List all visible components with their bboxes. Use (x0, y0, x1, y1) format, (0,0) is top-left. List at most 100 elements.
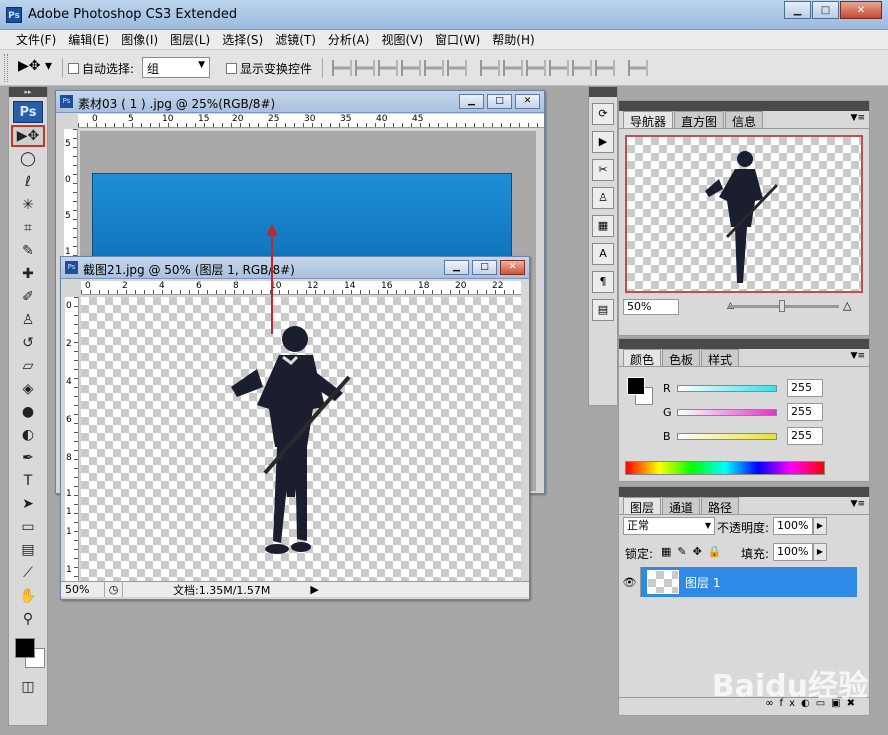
dodge-tool-icon[interactable]: ◐ (11, 424, 45, 446)
panel-menu-icon[interactable]: ▼≡ (851, 499, 865, 509)
document-title-bar[interactable]: Ps 截图21.jpg @ 50% (图层 1, RGB/8#) ▁ □ ✕ (61, 257, 529, 279)
distribute-vcenter-icon[interactable] (503, 60, 523, 76)
tab-info[interactable]: 信息 (725, 111, 764, 129)
photoshop-logo[interactable]: Ps (13, 101, 43, 123)
distribute-hcenter-icon[interactable] (572, 60, 592, 76)
auto-select-checkbox[interactable] (68, 63, 79, 74)
eye-visibility-icon[interactable]: 👁 (619, 567, 641, 597)
type-tool-icon[interactable]: T (11, 470, 45, 492)
green-slider[interactable] (677, 408, 777, 416)
eraser-tool-icon[interactable]: ▱ (11, 355, 45, 377)
menu-edit[interactable]: 编辑(E) (62, 31, 115, 48)
move-tool-icon[interactable]: ▶✥ (11, 125, 45, 147)
brushes-panel-icon[interactable]: ♙ (592, 187, 614, 209)
actions-panel-icon[interactable]: ▶ (592, 131, 614, 153)
brush-tool-icon[interactable]: ✐ (11, 286, 45, 308)
tab-swatches[interactable]: 色板 (662, 349, 701, 367)
tab-channels[interactable]: 通道 (662, 497, 701, 515)
menu-filter[interactable]: 滤镜(T) (269, 31, 322, 48)
panel-grip[interactable] (619, 487, 869, 497)
menu-window[interactable]: 窗口(W) (429, 31, 486, 48)
character-panel-icon[interactable]: A (592, 243, 614, 265)
tab-layers[interactable]: 图层 (623, 497, 662, 515)
notes-tool-icon[interactable]: ▤ (11, 539, 45, 561)
slice-tool-icon[interactable]: ✎ (11, 240, 45, 262)
navigator-zoom-slider[interactable] (729, 300, 839, 312)
doc-close-button[interactable]: ✕ (515, 94, 540, 109)
rectangle-tool-icon[interactable]: ▭ (11, 516, 45, 538)
quick-mask-icon[interactable]: ◫ (11, 676, 45, 698)
path-selection-tool-icon[interactable]: ➤ (11, 493, 45, 515)
menu-analysis[interactable]: 分析(A) (322, 31, 376, 48)
panel-menu-icon[interactable]: ▼≡ (851, 351, 865, 361)
zoom-level[interactable]: 50% (61, 582, 105, 597)
align-top-icon[interactable] (332, 60, 352, 76)
auto-align-icon[interactable] (628, 60, 648, 76)
close-button[interactable]: ✕ (840, 1, 882, 19)
vertical-ruler[interactable]: 5 0 5 1 (64, 129, 78, 259)
opacity-slider-button[interactable]: ▶ (813, 517, 827, 535)
move-tool-preset-icon[interactable]: ▶✥ ▾ (18, 58, 58, 78)
navigator-thumbnail[interactable] (625, 135, 863, 293)
tab-histogram[interactable]: 直方图 (674, 111, 725, 129)
align-bottom-icon[interactable] (378, 60, 398, 76)
paint-bucket-tool-icon[interactable]: ◈ (11, 378, 45, 400)
align-vcenter-icon[interactable] (355, 60, 375, 76)
magic-wand-tool-icon[interactable]: ✳ (11, 194, 45, 216)
hand-tool-icon[interactable]: ✋ (11, 585, 45, 607)
eyedropper-tool-icon[interactable]: ⟋ (11, 562, 45, 584)
crop-tool-icon[interactable]: ⌗ (11, 217, 45, 239)
blue-slider[interactable] (677, 432, 777, 440)
distribute-bottom-icon[interactable] (526, 60, 546, 76)
layer-row[interactable]: 👁 图层 1 (619, 567, 857, 597)
auto-select-dropdown[interactable]: 组 ▼ (142, 57, 210, 78)
distribute-top-icon[interactable] (480, 60, 500, 76)
history-brush-tool-icon[interactable]: ↺ (11, 332, 45, 354)
marquee-tool-icon[interactable]: ◯ (11, 148, 45, 170)
slider-thumb[interactable] (779, 300, 785, 312)
history-panel-icon[interactable]: ⟳ (592, 103, 614, 125)
vertical-ruler[interactable]: 0 2 4 6 8 1 1 1 1 (65, 297, 79, 581)
doc-close-button[interactable]: ✕ (500, 260, 525, 275)
tab-navigator[interactable]: 导航器 (623, 111, 674, 129)
doc-minimize-button[interactable]: ▁ (459, 94, 484, 109)
align-right-icon[interactable] (447, 60, 467, 76)
clone-source-panel-icon[interactable]: ▦ (592, 215, 614, 237)
menu-help[interactable]: 帮助(H) (486, 31, 540, 48)
horizontal-ruler[interactable]: 0 2 4 6 8 10 12 14 16 18 20 22 (81, 281, 521, 295)
transparent-canvas[interactable] (81, 297, 521, 581)
blur-tool-icon[interactable]: ● (11, 401, 45, 423)
menu-view[interactable]: 视图(V) (375, 31, 429, 48)
color-panel-foreground[interactable] (627, 377, 645, 395)
tab-styles[interactable]: 样式 (701, 349, 740, 367)
align-hcenter-icon[interactable] (424, 60, 444, 76)
toolbox-grip[interactable]: ▸▸ (9, 87, 47, 97)
color-spectrum[interactable] (625, 461, 825, 475)
auto-select-option[interactable]: 自动选择: (68, 60, 134, 77)
blend-mode-dropdown[interactable]: 正常 ▼ (623, 517, 715, 535)
zoom-tool-icon[interactable]: ⚲ (11, 608, 45, 630)
paragraph-panel-icon[interactable]: ¶ (592, 271, 614, 293)
opacity-field[interactable]: 100% (773, 517, 813, 535)
menu-file[interactable]: 文件(F) (10, 31, 62, 48)
navigator-zoom-field[interactable]: 50% (623, 299, 679, 315)
distribute-left-icon[interactable] (549, 60, 569, 76)
show-transform-checkbox[interactable] (226, 63, 237, 74)
menu-select[interactable]: 选择(S) (216, 31, 269, 48)
layer-name[interactable]: 图层 1 (685, 574, 720, 591)
panel-grip[interactable] (619, 339, 869, 349)
layer-comps-panel-icon[interactable]: ▤ (592, 299, 614, 321)
align-left-icon[interactable] (401, 60, 421, 76)
lock-icons[interactable]: ▦✎✥🔒 (661, 545, 728, 558)
healing-brush-tool-icon[interactable]: ✚ (11, 263, 45, 285)
panel-menu-icon[interactable]: ▼≡ (851, 113, 865, 123)
strip-grip[interactable] (589, 87, 617, 97)
horizontal-ruler[interactable]: 0 5 10 15 20 25 30 35 40 45 (78, 114, 544, 128)
fill-slider-button[interactable]: ▶ (813, 543, 827, 561)
show-transform-option[interactable]: 显示变换控件 (226, 60, 312, 77)
doc-maximize-button[interactable]: □ (472, 260, 497, 275)
zoom-in-icon[interactable]: △ (843, 299, 851, 312)
red-value-field[interactable]: 255 (787, 379, 823, 397)
blue-value-field[interactable]: 255 (787, 427, 823, 445)
green-value-field[interactable]: 255 (787, 403, 823, 421)
